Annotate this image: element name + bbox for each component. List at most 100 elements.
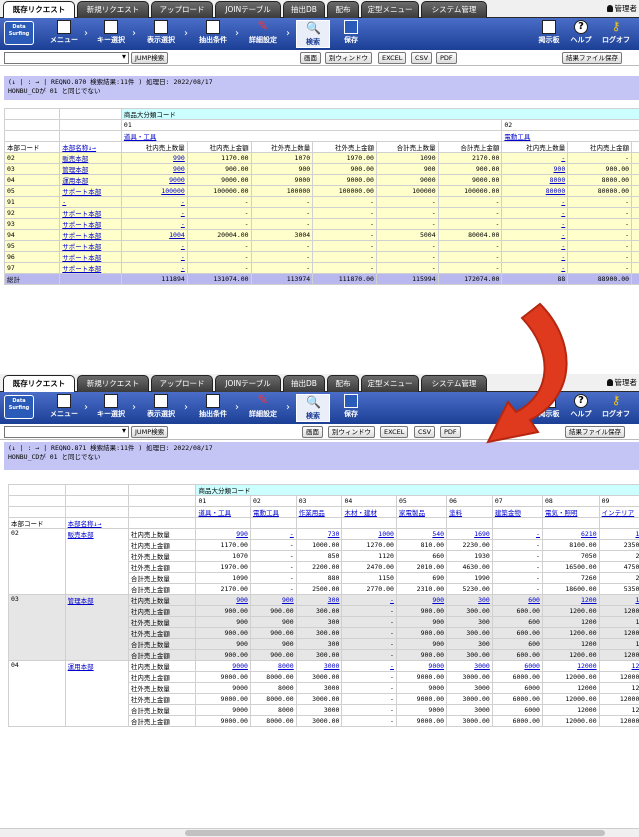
drilldown-link[interactable]: 6210 bbox=[581, 530, 597, 538]
drilldown-link[interactable]: - bbox=[181, 220, 185, 228]
value-cell[interactable]: - bbox=[249, 528, 297, 540]
value-cell[interactable]: - bbox=[501, 218, 569, 230]
drilldown-link[interactable]: 販売本部 bbox=[68, 531, 94, 539]
value-cell[interactable]: - bbox=[120, 196, 188, 208]
drilldown-link[interactable]: 990 bbox=[173, 154, 185, 162]
drilldown-link[interactable]: 9000 bbox=[169, 176, 185, 184]
tab-upload[interactable]: アップロード bbox=[151, 375, 213, 392]
drilldown-link[interactable]: サポート本部 bbox=[62, 265, 101, 273]
drilldown-link[interactable]: サポート本部 bbox=[62, 221, 101, 229]
display-select-button[interactable]: 表示選択 bbox=[140, 20, 182, 45]
value-cell[interactable]: - bbox=[501, 152, 569, 164]
tab-new-request[interactable]: 新規リクエスト bbox=[77, 375, 149, 392]
value-cell[interactable]: 12000 bbox=[541, 660, 600, 672]
tab-distribute[interactable]: 配布 bbox=[327, 375, 359, 392]
pdf-button[interactable]: PDF bbox=[436, 52, 457, 64]
drilldown-link[interactable]: 本部名称↓→ bbox=[68, 520, 102, 528]
csv-button[interactable]: CSV bbox=[411, 52, 433, 64]
drilldown-link[interactable]: 作業用品 bbox=[299, 509, 325, 517]
drilldown-link[interactable]: - bbox=[561, 209, 565, 217]
name-cell[interactable]: - bbox=[59, 196, 122, 208]
jump-search-button[interactable]: JUMP検索 bbox=[131, 426, 169, 438]
drilldown-link[interactable]: 本部名称↓→ bbox=[62, 144, 96, 152]
category-name[interactable]: 道具・工具 bbox=[120, 130, 503, 142]
detail-settings-button[interactable]: ✎ 詳細設定 bbox=[243, 394, 283, 419]
value-cell[interactable]: - bbox=[120, 207, 188, 219]
drilldown-link[interactable]: 6000 bbox=[524, 662, 540, 670]
value-cell[interactable]: 900 bbox=[501, 163, 569, 175]
value-cell[interactable]: 300 bbox=[295, 594, 343, 606]
drilldown-link[interactable]: 1000 bbox=[378, 530, 394, 538]
category-name[interactable]: 建築金物 bbox=[491, 506, 543, 518]
value-cell[interactable]: 3000 bbox=[446, 660, 493, 672]
category-name[interactable]: 電気・照明 bbox=[541, 506, 600, 518]
value-cell[interactable]: 900 bbox=[395, 594, 448, 606]
save-result-button[interactable]: 結果ファイル保存 bbox=[562, 52, 622, 64]
value-cell[interactable]: 1690 bbox=[446, 528, 493, 540]
value-cell[interactable]: 990 bbox=[120, 152, 188, 164]
pdf-button[interactable]: PDF bbox=[440, 426, 461, 438]
excel-button[interactable]: EXCEL bbox=[380, 426, 409, 438]
value-cell[interactable]: 1810 bbox=[598, 528, 639, 540]
drilldown-link[interactable]: 730 bbox=[328, 530, 340, 538]
drilldown-link[interactable]: - bbox=[62, 198, 66, 206]
value-cell[interactable]: 9000 bbox=[395, 660, 448, 672]
drilldown-link[interactable]: サポート本部 bbox=[62, 188, 101, 196]
drilldown-link[interactable]: - bbox=[290, 530, 294, 538]
drilldown-link[interactable]: 9000 bbox=[232, 662, 248, 670]
logout-button[interactable]: ⚷ ログオフ bbox=[598, 394, 634, 419]
drilldown-link[interactable]: 電動工具 bbox=[504, 133, 530, 141]
name-cell[interactable]: サポート本部 bbox=[59, 251, 122, 263]
category-name[interactable]: 家電製品 bbox=[395, 506, 448, 518]
value-cell[interactable]: - bbox=[120, 262, 188, 274]
drilldown-link[interactable]: - bbox=[181, 209, 185, 217]
value-cell[interactable]: 540 bbox=[395, 528, 448, 540]
drilldown-link[interactable]: 道具・工具 bbox=[124, 133, 157, 141]
drilldown-link[interactable]: 1810 bbox=[635, 530, 639, 538]
category-name[interactable]: 電動工具 bbox=[249, 506, 297, 518]
value-cell[interactable]: 1000 bbox=[341, 528, 397, 540]
value-cell[interactable]: 990 bbox=[195, 528, 251, 540]
drilldown-link[interactable]: 販売本部 bbox=[62, 155, 88, 163]
drilldown-link[interactable]: インテリア bbox=[602, 509, 635, 517]
value-cell[interactable]: - bbox=[501, 251, 569, 263]
name-cell[interactable]: 運用本部 bbox=[59, 174, 122, 186]
extract-condition-button[interactable]: 抽出条件 bbox=[193, 394, 233, 419]
menu-button[interactable]: メニュー bbox=[46, 394, 82, 419]
drilldown-link[interactable]: 運用本部 bbox=[68, 663, 94, 671]
name-cell[interactable]: 運用本部 bbox=[64, 660, 129, 727]
value-cell[interactable]: 3000 bbox=[295, 660, 343, 672]
key-select-button[interactable]: キー選択 bbox=[92, 394, 130, 419]
name-cell[interactable]: サポート本部 bbox=[59, 185, 122, 197]
drilldown-link[interactable]: サポート本部 bbox=[62, 243, 101, 251]
drilldown-link[interactable]: 道具・工具 bbox=[198, 509, 231, 517]
logout-button[interactable]: ⚷ ログオフ bbox=[598, 20, 634, 45]
drilldown-link[interactable]: 電気・照明 bbox=[545, 509, 578, 517]
drilldown-link[interactable]: 900 bbox=[173, 165, 185, 173]
value-cell[interactable]: 6000 bbox=[491, 660, 543, 672]
drilldown-link[interactable]: - bbox=[181, 198, 185, 206]
drilldown-link[interactable]: - bbox=[561, 220, 565, 228]
drilldown-link[interactable]: 家電製品 bbox=[399, 509, 425, 517]
category-name[interactable]: 電動工具 bbox=[501, 130, 639, 142]
drilldown-link[interactable]: 管理本部 bbox=[62, 166, 88, 174]
jump-select[interactable] bbox=[4, 52, 129, 64]
drilldown-link[interactable]: - bbox=[561, 154, 565, 162]
value-cell[interactable]: 8000 bbox=[501, 174, 569, 186]
value-cell[interactable]: - bbox=[501, 229, 569, 241]
name-cell[interactable]: サポート本部 bbox=[59, 262, 122, 274]
drilldown-link[interactable]: - bbox=[561, 253, 565, 261]
tab-upload[interactable]: アップロード bbox=[151, 1, 213, 18]
tab-extract-db[interactable]: 抽出DB bbox=[283, 1, 325, 18]
drilldown-link[interactable]: サポート本部 bbox=[62, 254, 101, 262]
scrollbar-thumb[interactable] bbox=[185, 830, 605, 836]
drilldown-link[interactable]: 運用本部 bbox=[62, 177, 88, 185]
drilldown-link[interactable]: 100000 bbox=[161, 187, 184, 195]
search-button[interactable]: 🔍 検索 bbox=[296, 394, 330, 422]
board-button[interactable]: 掲示板 bbox=[534, 20, 564, 45]
drilldown-link[interactable]: 300 bbox=[478, 596, 490, 604]
name-cell[interactable]: サポート本部 bbox=[59, 240, 122, 252]
key-select-button[interactable]: キー選択 bbox=[92, 20, 130, 45]
value-cell[interactable]: 9000 bbox=[195, 660, 251, 672]
drilldown-link[interactable]: - bbox=[536, 530, 540, 538]
